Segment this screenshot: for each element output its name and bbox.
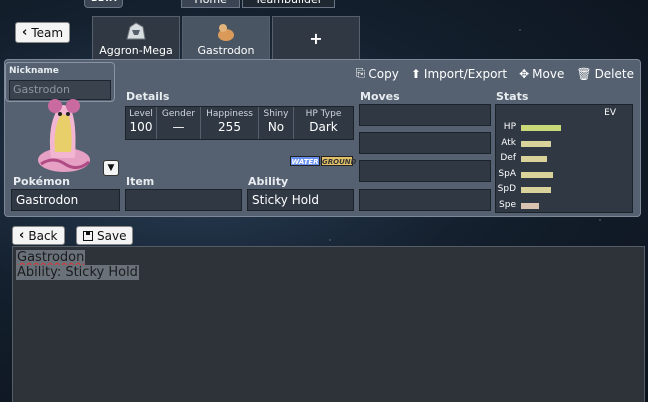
team-bar: ‹ Team Aggron-Mega Gastrodon + [0,14,648,59]
stat-row-def: Def [496,153,632,166]
stat-name: SpD [497,184,516,194]
gender-col: Gender — [157,107,201,139]
gender-header: Gender [161,109,196,119]
stat-bar [521,187,551,193]
ability-input[interactable]: Sticky Hold [247,189,354,211]
ev-header: EV [604,108,616,118]
hptype-value: Dark [309,120,338,134]
tab-teambuilder[interactable]: Teambuilder [241,0,336,8]
export-textarea[interactable]: Gastrodon Ability: Sticky Hold [12,246,645,402]
top-tabs: BETA Home Teambuilder [84,0,336,8]
export-line: Gastrodon [16,250,86,265]
gastrodon-sprite-icon [218,24,234,41]
stat-row-hp: HP [496,122,632,135]
chevron-left-icon: ‹ [19,228,25,243]
item-input[interactable] [125,189,242,211]
shiny-header: Shiny [263,109,289,119]
team-slot-name: Gastrodon [197,44,255,57]
move-slot-1[interactable] [359,104,491,126]
pokemon-set-panel: ⎘ Copy ⬆ Import/Export ✥ Move 🗑 Delete Nickn… [4,59,641,217]
nickname-label: Nickname [9,66,59,76]
details-label: Details [126,90,170,103]
stat-name: Atk [501,137,516,148]
happiness-col: Happiness 255 [201,107,259,139]
move-slot-4[interactable] [359,189,491,211]
copy-button[interactable]: ⎘ Copy [356,66,399,81]
back-label: Back [28,228,58,243]
moves-label: Moves [360,90,400,103]
type-badge-ground: GROUND [321,156,357,166]
shiny-value: No [267,120,285,134]
stat-bar [521,156,547,162]
shiny-col: Shiny No [259,107,294,139]
team-slot-name: Aggron-Mega [99,44,173,57]
set-toolbar: ⎘ Copy ⬆ Import/Export ✥ Move 🗑 Delete [356,66,634,81]
aggron-mega-sprite-icon [126,22,146,40]
stat-name: Def [500,153,516,163]
add-pokemon-slot[interactable]: + [272,16,360,59]
stat-row-spe: Spe [496,200,632,213]
move-slot-3[interactable] [359,160,491,182]
happiness-value: 255 [218,120,241,134]
stat-bar [521,125,561,131]
save-label: Save [97,228,127,243]
beta-badge: BETA [84,0,124,8]
upload-icon: ⬆ [410,66,421,81]
back-to-team-button[interactable]: ‹ Team [15,22,71,43]
stat-name: Spe [499,199,516,210]
move-slot-2[interactable] [359,132,491,154]
import-export-label: Import/Export [423,66,508,81]
stats-box[interactable]: EV HP Atk Def SpA SpD Spe [495,104,633,213]
stat-name: HP [503,122,516,132]
happiness-header: Happiness [206,109,253,119]
stat-row-spd: SpD [496,184,632,197]
stat-row-atk: Atk [496,138,632,151]
floppy-icon [83,230,93,241]
plus-icon: + [309,29,323,48]
trash-icon: 🗑 [576,66,592,81]
level-header: Level [129,109,153,119]
copy-label: Copy [368,66,399,81]
back-to-team-label: Team [31,25,64,40]
hptype-col: HP Type Dark [294,107,353,139]
details-box[interactable]: Level 100 Gender — Happiness 255 Shiny N… [125,106,354,140]
type-badge-water: WATER [290,156,320,166]
export-line: Ability: Sticky Hold [16,265,139,280]
stat-bar [521,140,551,147]
chevron-left-icon: ‹ [22,25,28,40]
copy-icon: ⎘ [355,66,366,80]
move-button[interactable]: ✥ Move [519,66,564,81]
team-slot-aggron-mega[interactable]: Aggron-Mega [92,16,180,59]
team-slot-gastrodon[interactable]: Gastrodon [182,16,270,59]
delete-label: Delete [594,66,634,81]
pokemon-label: Pokémon [13,175,70,188]
back-button[interactable]: ‹ Back [12,226,65,245]
save-button[interactable]: Save [76,226,134,245]
chevron-down-icon[interactable]: ▼ [103,160,119,176]
stats-label: Stats [496,90,529,103]
level-value: 100 [129,120,153,134]
gender-value: — [172,120,185,134]
gastrodon-sprite[interactable] [33,88,95,176]
stat-row-spa: SpA [496,169,632,182]
tab-home[interactable]: Home [181,0,240,8]
delete-button[interactable]: 🗑 Delete [576,66,634,81]
stat-bar [521,171,553,178]
item-label: Item [126,175,155,188]
import-export-button[interactable]: ⬆ Import/Export [411,66,507,81]
stat-name: SpA [498,168,516,179]
hptype-header: HP Type [305,109,342,119]
pokemon-input[interactable]: Gastrodon [11,189,120,211]
stat-bar [521,202,539,209]
move-icon: ✥ [519,66,530,81]
ability-label: Ability [248,175,289,188]
move-label: Move [532,66,565,81]
level-col: Level 100 [126,107,157,139]
